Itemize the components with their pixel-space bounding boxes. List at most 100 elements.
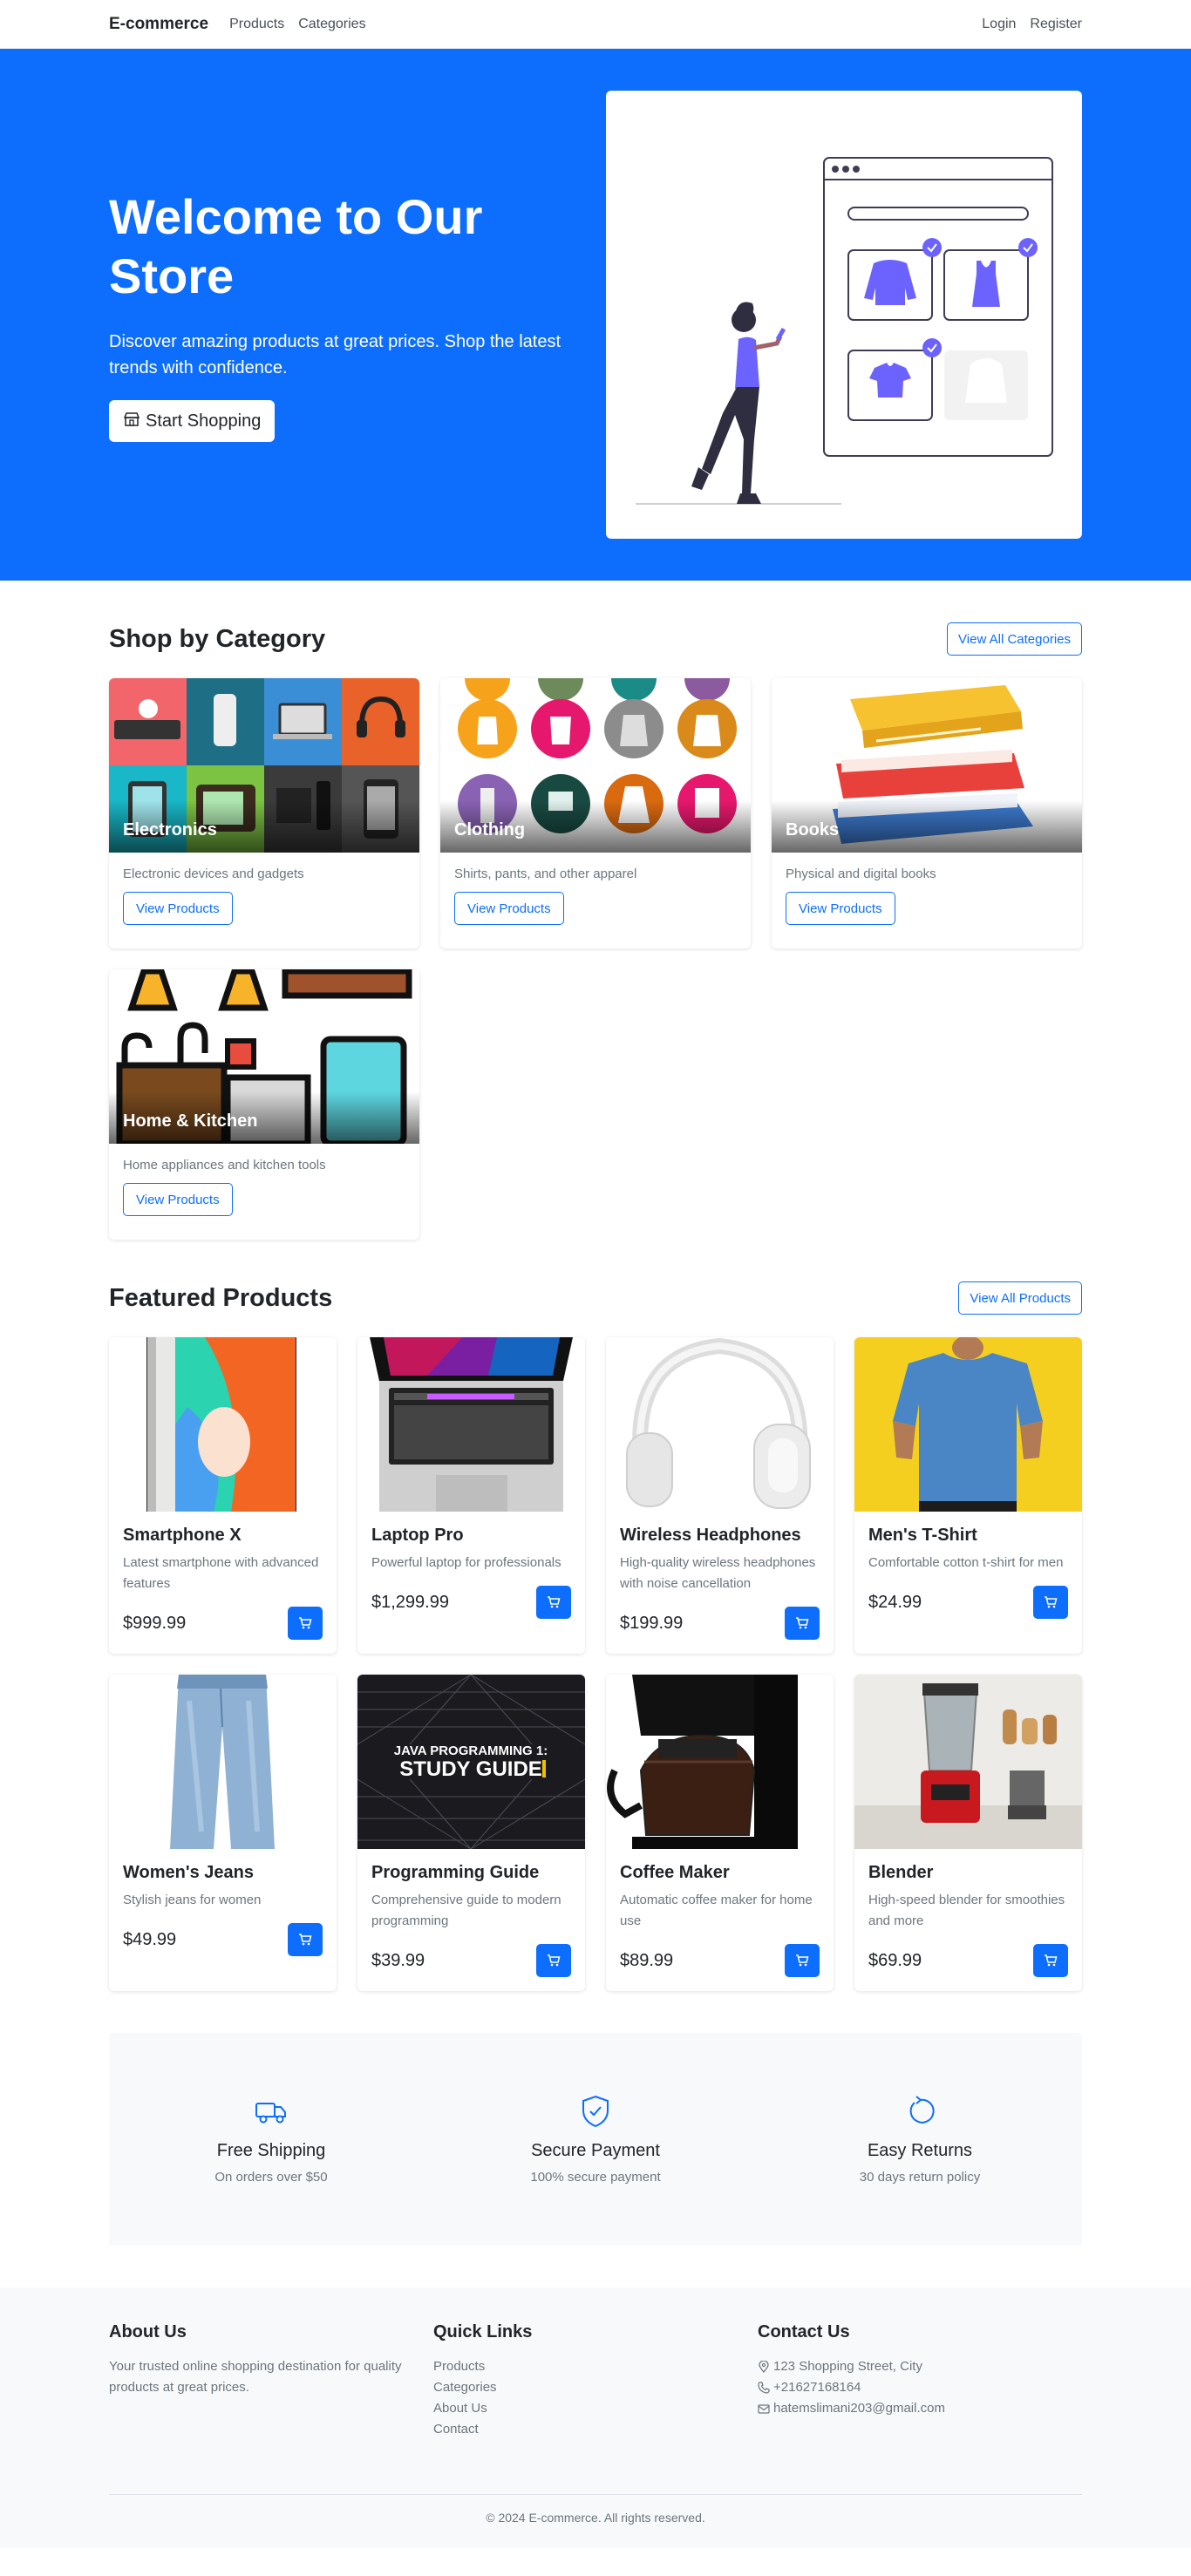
category-image-clothing[interactable]: Clothing [440, 678, 751, 853]
product-image-smartphone[interactable] [109, 1337, 337, 1512]
product-image-jeans[interactable] [109, 1675, 337, 1849]
footer-quick-links: Quick Links Products Categories About Us… [433, 2322, 758, 2440]
category-grid: Electronics Electronic devices and gadge… [109, 678, 1082, 1240]
product-body: Laptop Pro Powerful laptop for professio… [357, 1512, 585, 1633]
footer-contact: Contact Us 123 Shopping Street, City +21… [758, 2322, 1082, 2440]
add-to-cart-button[interactable] [288, 1923, 323, 1956]
product-name[interactable]: Smartphone X [123, 1526, 323, 1546]
register-link[interactable]: Register [1030, 17, 1082, 32]
view-products-button[interactable]: View Products [123, 1183, 233, 1216]
product-card-laptop: Laptop Pro Powerful laptop for professio… [357, 1337, 585, 1654]
copyright: © 2024 E-commerce. All rights reserved. [486, 2511, 705, 2525]
shop-icon [123, 411, 140, 432]
category-image-books[interactable]: Books [772, 678, 1082, 853]
category-name: Books [786, 820, 840, 839]
featured-title: Featured Products [109, 1283, 333, 1312]
feature-subtitle: 100% secure payment [530, 2170, 661, 2185]
category-image-home-kitchen[interactable]: Home & Kitchen [109, 969, 419, 1144]
category-image-electronics[interactable]: Electronics [109, 678, 419, 853]
category-name: Clothing [454, 820, 526, 839]
product-name[interactable]: Laptop Pro [371, 1526, 571, 1546]
book-cover-line1: JAVA PROGRAMMING 1: [394, 1743, 548, 1758]
start-shopping-button[interactable]: Start Shopping [109, 400, 276, 442]
product-description: Comprehensive guide to modern programmin… [371, 1893, 561, 1928]
view-products-button[interactable]: View Products [454, 892, 564, 925]
brand-logo[interactable]: E-commerce [109, 15, 208, 34]
footer-link-products[interactable]: Products [433, 2356, 758, 2377]
footer-link-contact[interactable]: Contact [433, 2419, 758, 2440]
view-all-products-button[interactable]: View All Products [958, 1281, 1082, 1315]
product-description: High-speed blender for smoothies and mor… [868, 1893, 1065, 1928]
add-to-cart-button[interactable] [785, 1607, 820, 1640]
nav-link-products[interactable]: Products [229, 17, 284, 32]
view-products-button[interactable]: View Products [123, 892, 233, 925]
feature-free-shipping: Free Shipping On orders over $50 [109, 2094, 433, 2185]
category-body: Shirts, pants, and other apparel View Pr… [440, 853, 751, 939]
category-body: Physical and digital books View Products [772, 853, 1082, 939]
add-to-cart-button[interactable] [288, 1607, 323, 1640]
navbar: E-commerce Products Categories Login Reg… [0, 0, 1191, 49]
category-name: Home & Kitchen [123, 1111, 258, 1131]
footer-links-title: Quick Links [433, 2322, 533, 2342]
product-price: $999.99 [123, 1613, 187, 1633]
product-body: Smartphone X Latest smartphone with adva… [109, 1512, 337, 1654]
product-footer: $199.99 [620, 1607, 820, 1640]
product-name[interactable]: Men's T-Shirt [868, 1526, 1068, 1546]
product-footer: $1,299.99 [371, 1586, 571, 1619]
product-image-blender[interactable] [854, 1675, 1082, 1849]
product-image-programming-guide[interactable]: JAVA PROGRAMMING 1: STUDY GUIDE [357, 1675, 585, 1849]
product-name[interactable]: Women's Jeans [123, 1863, 323, 1883]
envelope-icon [758, 2404, 770, 2414]
category-title: Shop by Category [109, 624, 326, 653]
product-grid: Smartphone X Latest smartphone with adva… [109, 1337, 1082, 1991]
add-to-cart-button[interactable] [536, 1586, 571, 1619]
add-to-cart-button[interactable] [536, 1944, 571, 1977]
add-to-cart-button[interactable] [1033, 1586, 1068, 1619]
product-card-coffee-maker: Coffee Maker Automatic coffee maker for … [606, 1675, 834, 1991]
feature-subtitle: On orders over $50 [214, 2170, 328, 2185]
add-to-cart-button[interactable] [785, 1944, 820, 1977]
product-name[interactable]: Wireless Headphones [620, 1526, 820, 1546]
view-all-categories-button[interactable]: View All Categories [947, 622, 1082, 656]
category-header: Shop by Category View All Categories [109, 622, 1082, 656]
product-footer: $89.99 [620, 1944, 820, 1977]
product-image-headphones[interactable] [606, 1337, 834, 1512]
cart-icon [1045, 1954, 1058, 1967]
contact-phone: +21627168164 [758, 2377, 1082, 2398]
contact-address: 123 Shopping Street, City [758, 2356, 1082, 2377]
contact-email-text[interactable]: hatemslimani203@gmail.com [773, 2398, 945, 2419]
footer-contact-title: Contact Us [758, 2322, 850, 2342]
product-description: Stylish jeans for women [123, 1893, 262, 1907]
view-products-button[interactable]: View Products [786, 892, 895, 925]
cart-icon [796, 1617, 809, 1629]
product-card-jeans: Women's Jeans Stylish jeans for women $4… [109, 1675, 337, 1991]
category-body: Home appliances and kitchen tools View P… [109, 1144, 419, 1230]
footer-link-categories[interactable]: Categories [433, 2377, 758, 2398]
product-name[interactable]: Coffee Maker [620, 1863, 820, 1883]
product-description: High-quality wireless headphones with no… [620, 1555, 816, 1591]
nav-link-categories[interactable]: Categories [298, 17, 365, 32]
feature-title: Secure Payment [531, 2141, 660, 2160]
product-price: $49.99 [123, 1929, 177, 1949]
product-image-coffee-maker[interactable] [606, 1675, 834, 1849]
category-body: Electronic devices and gadgets View Prod… [109, 853, 419, 939]
contact-phone-text: +21627168164 [773, 2380, 861, 2395]
contact-email: hatemslimani203@gmail.com [758, 2398, 1082, 2419]
return-arrow-icon [758, 2094, 1082, 2136]
product-name[interactable]: Blender [868, 1863, 1068, 1883]
product-image-tshirt[interactable] [854, 1337, 1082, 1512]
product-body: Women's Jeans Stylish jeans for women $4… [109, 1849, 337, 1970]
product-name[interactable]: Programming Guide [371, 1863, 571, 1883]
product-image-laptop[interactable] [357, 1337, 585, 1512]
product-body: Men's T-Shirt Comfortable cotton t-shirt… [854, 1512, 1082, 1633]
product-card-blender: Blender High-speed blender for smoothies… [854, 1675, 1082, 1991]
category-description: Physical and digital books [786, 867, 936, 881]
add-to-cart-button[interactable] [1033, 1944, 1068, 1977]
login-link[interactable]: Login [982, 17, 1016, 32]
footer-link-about[interactable]: About Us [433, 2398, 758, 2419]
feature-secure-payment: Secure Payment 100% secure payment [433, 2094, 758, 2185]
contact-address-text: 123 Shopping Street, City [773, 2359, 922, 2374]
category-card-electronics: Electronics Electronic devices and gadge… [109, 678, 419, 948]
nav-auth: Login Register [968, 17, 1082, 32]
product-footer: $69.99 [868, 1944, 1068, 1977]
